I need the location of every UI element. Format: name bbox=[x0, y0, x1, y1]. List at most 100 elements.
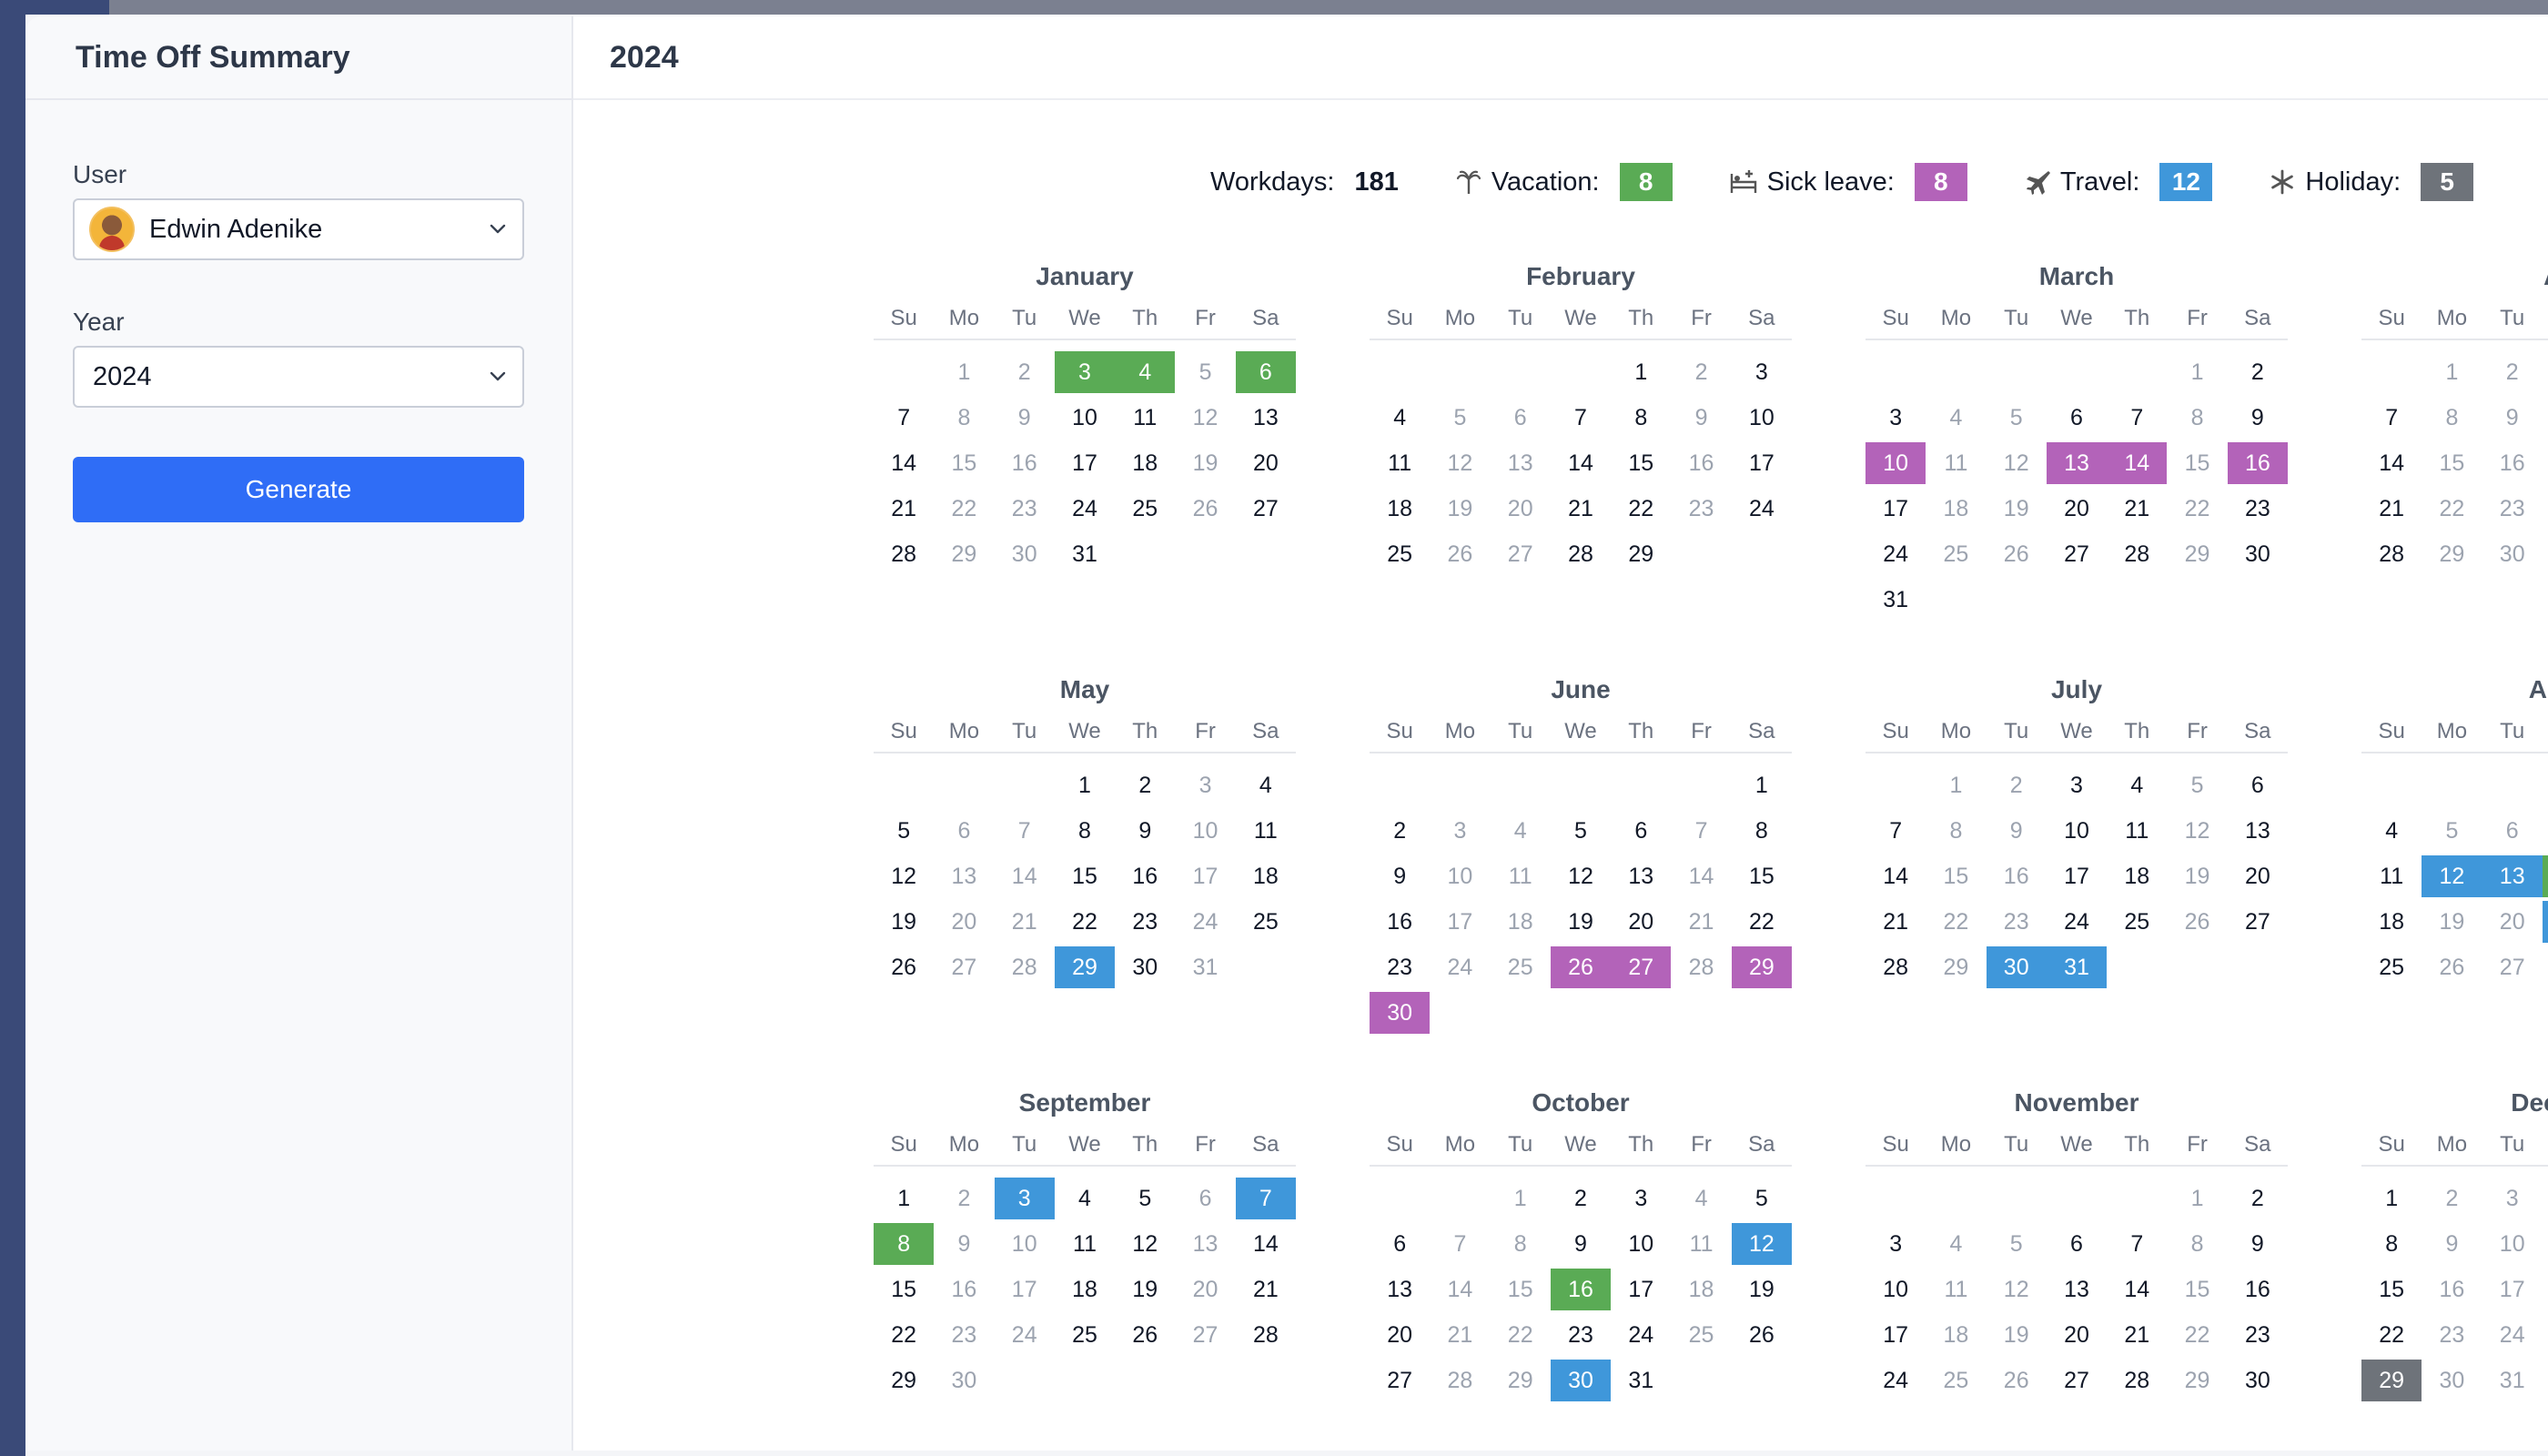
day-cell[interactable]: 31 bbox=[1611, 1360, 1671, 1401]
day-cell[interactable]: 19 bbox=[2167, 855, 2227, 897]
day-cell[interactable]: 31 bbox=[1866, 579, 1926, 621]
day-cell[interactable]: 26 bbox=[1115, 1314, 1175, 1356]
day-cell[interactable]: 10 bbox=[2047, 810, 2107, 852]
day-cell[interactable]: 8 bbox=[1926, 810, 1986, 852]
day-cell[interactable]: 8 bbox=[1732, 810, 1792, 852]
day-cell[interactable]: 13 bbox=[2047, 1269, 2107, 1310]
day-cell[interactable]: 3 bbox=[1430, 810, 1490, 852]
day-cell[interactable]: 11 bbox=[1370, 442, 1430, 484]
day-cell[interactable]: 7 bbox=[1551, 397, 1611, 439]
day-cell[interactable]: 17 bbox=[2047, 855, 2107, 897]
day-cell[interactable]: 23 bbox=[1370, 946, 1430, 988]
day-cell[interactable]: 3 bbox=[1175, 764, 1235, 806]
day-cell[interactable]: 1 bbox=[934, 351, 994, 393]
day-cell[interactable]: 30 bbox=[2422, 1360, 2482, 1401]
day-cell-travel[interactable]: 13 bbox=[2482, 855, 2543, 897]
day-cell[interactable]: 26 bbox=[1987, 1360, 2047, 1401]
day-cell[interactable]: 7 bbox=[2543, 810, 2548, 852]
day-cell[interactable]: 23 bbox=[2482, 488, 2543, 530]
day-cell[interactable]: 13 bbox=[1611, 855, 1671, 897]
day-cell[interactable]: 19 bbox=[1987, 488, 2047, 530]
day-cell[interactable]: 5 bbox=[1430, 397, 1490, 439]
day-cell[interactable]: 26 bbox=[2167, 901, 2227, 943]
day-cell[interactable]: 22 bbox=[934, 488, 994, 530]
day-cell[interactable]: 16 bbox=[2228, 1269, 2288, 1310]
day-cell[interactable]: 17 bbox=[1866, 488, 1926, 530]
year-select[interactable]: 2024 bbox=[73, 346, 524, 408]
day-cell[interactable]: 6 bbox=[1370, 1223, 1430, 1265]
day-cell[interactable]: 21 bbox=[2361, 488, 2422, 530]
day-cell[interactable]: 6 bbox=[2047, 1223, 2107, 1265]
day-cell[interactable]: 14 bbox=[1671, 855, 1731, 897]
day-cell[interactable]: 12 bbox=[2167, 810, 2227, 852]
day-cell[interactable]: 23 bbox=[1115, 901, 1175, 943]
day-cell[interactable]: 11 bbox=[2543, 1223, 2548, 1265]
day-cell[interactable]: 15 bbox=[2361, 1269, 2422, 1310]
day-cell[interactable]: 16 bbox=[934, 1269, 994, 1310]
day-cell[interactable]: 5 bbox=[1115, 1178, 1175, 1219]
day-cell[interactable]: 16 bbox=[2482, 442, 2543, 484]
day-cell[interactable]: 29 bbox=[1491, 1360, 1551, 1401]
day-cell[interactable]: 11 bbox=[1926, 442, 1986, 484]
day-cell[interactable]: 27 bbox=[934, 946, 994, 988]
day-cell[interactable]: 3 bbox=[2543, 351, 2548, 393]
day-cell[interactable]: 19 bbox=[1987, 1314, 2047, 1356]
day-cell[interactable]: 28 bbox=[874, 533, 934, 575]
day-cell[interactable]: 24 bbox=[995, 1314, 1055, 1356]
day-cell[interactable]: 2 bbox=[1370, 810, 1430, 852]
day-cell[interactable]: 26 bbox=[1175, 488, 1235, 530]
day-cell[interactable]: 17 bbox=[1611, 1269, 1671, 1310]
day-cell[interactable]: 9 bbox=[2228, 1223, 2288, 1265]
day-cell[interactable]: 28 bbox=[2543, 946, 2548, 988]
day-cell[interactable]: 23 bbox=[1671, 488, 1731, 530]
day-cell[interactable]: 2 bbox=[995, 351, 1055, 393]
day-cell[interactable]: 13 bbox=[1175, 1223, 1235, 1265]
day-cell[interactable]: 20 bbox=[2482, 901, 2543, 943]
day-cell[interactable]: 25 bbox=[2107, 901, 2167, 943]
day-cell[interactable]: 18 bbox=[1115, 442, 1175, 484]
day-cell[interactable]: 1 bbox=[2167, 351, 2227, 393]
day-cell[interactable]: 3 bbox=[1611, 1178, 1671, 1219]
day-cell[interactable]: 13 bbox=[1370, 1269, 1430, 1310]
day-cell[interactable]: 27 bbox=[2482, 946, 2543, 988]
day-cell[interactable]: 4 bbox=[1055, 1178, 1115, 1219]
day-cell[interactable]: 22 bbox=[1611, 488, 1671, 530]
day-cell[interactable]: 11 bbox=[1491, 855, 1551, 897]
day-cell-vacation[interactable]: 16 bbox=[1550, 1269, 1612, 1310]
day-cell[interactable]: 22 bbox=[874, 1314, 934, 1356]
day-cell-sick[interactable]: 27 bbox=[1611, 946, 1672, 988]
day-cell[interactable]: 25 bbox=[1926, 1360, 1986, 1401]
day-cell[interactable]: 1 bbox=[1055, 764, 1115, 806]
day-cell[interactable]: 21 bbox=[1866, 901, 1926, 943]
day-cell[interactable]: 23 bbox=[995, 488, 1055, 530]
day-cell[interactable]: 26 bbox=[1430, 533, 1490, 575]
day-cell[interactable]: 25 bbox=[1370, 533, 1430, 575]
day-cell[interactable]: 22 bbox=[1055, 901, 1115, 943]
day-cell[interactable]: 15 bbox=[874, 1269, 934, 1310]
day-cell[interactable]: 21 bbox=[995, 901, 1055, 943]
day-cell[interactable]: 20 bbox=[1611, 901, 1671, 943]
day-cell[interactable]: 25 bbox=[2361, 946, 2422, 988]
day-cell[interactable]: 10 bbox=[1055, 397, 1115, 439]
day-cell[interactable]: 17 bbox=[1430, 901, 1490, 943]
day-cell[interactable]: 8 bbox=[1491, 1223, 1551, 1265]
day-cell[interactable]: 8 bbox=[1055, 810, 1115, 852]
day-cell[interactable]: 16 bbox=[995, 442, 1055, 484]
generate-button[interactable]: Generate bbox=[73, 457, 524, 522]
day-cell[interactable]: 29 bbox=[2422, 533, 2482, 575]
day-cell[interactable]: 24 bbox=[1866, 1360, 1926, 1401]
day-cell[interactable]: 22 bbox=[1926, 901, 1986, 943]
day-cell[interactable]: 4 bbox=[1671, 1178, 1731, 1219]
day-cell[interactable]: 10 bbox=[1430, 855, 1490, 897]
day-cell[interactable]: 2 bbox=[1551, 1178, 1611, 1219]
day-cell-sick[interactable]: 30 bbox=[1370, 992, 1431, 1034]
day-cell-sick[interactable]: 14 bbox=[2107, 442, 2168, 484]
day-cell[interactable]: 9 bbox=[2422, 1223, 2482, 1265]
day-cell[interactable]: 10 bbox=[1611, 1223, 1671, 1265]
day-cell[interactable]: 2 bbox=[1671, 351, 1731, 393]
day-cell[interactable]: 10 bbox=[2543, 397, 2548, 439]
day-cell[interactable]: 24 bbox=[1611, 1314, 1671, 1356]
day-cell[interactable]: 8 bbox=[2167, 1223, 2227, 1265]
day-cell[interactable]: 17 bbox=[1732, 442, 1792, 484]
day-cell[interactable]: 17 bbox=[1055, 442, 1115, 484]
